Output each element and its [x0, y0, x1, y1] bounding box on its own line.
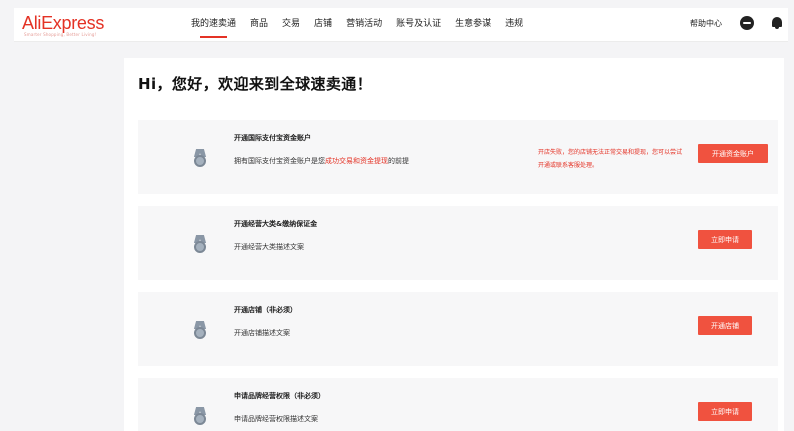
nav-account[interactable]: 账号及认证 [389, 8, 448, 42]
task-card-brand-permission: 申请品牌经营权限（非必须） 申请品牌经营权限描述文案 立即申请 [138, 378, 778, 431]
help-center-link[interactable]: 帮助中心 [690, 8, 722, 40]
task-title: 开通经营大类&缴纳保证金 [234, 220, 318, 228]
main-nav: 我的速卖通 商品 交易 店铺 营销活动 账号及认证 生意参谋 违规 [184, 8, 530, 42]
task-description-highlight: 成功交易和资金提现 [325, 157, 388, 165]
task-description: 拥有国际支付宝资金账户是您成功交易和资金提现的前提 [234, 156, 409, 166]
task-card-payment-account: 开通国际支付宝资金账户 拥有国际支付宝资金账户是您成功交易和资金提现的前提 开店… [138, 120, 778, 194]
task-description-text-end: 的前提 [388, 157, 409, 165]
task-title: 开通店铺（非必须） [234, 306, 297, 314]
task-card-business-category: 开通经营大类&缴纳保证金 开通经营大类描述文案 立即申请 [138, 206, 778, 280]
nav-marketing[interactable]: 营销活动 [339, 8, 389, 42]
apply-category-button[interactable]: 立即申请 [698, 230, 752, 249]
apply-brand-button[interactable]: 立即申请 [698, 402, 752, 421]
task-description: 开通店铺描述文案 [234, 329, 290, 337]
aliexpress-logo[interactable]: AliExpress [22, 13, 104, 34]
task-warning-text: 开店失败，您的店铺无法正常交易和提现，您可以尝试开通或联系客服处理。 [538, 149, 683, 169]
open-payment-account-button[interactable]: 开通资金账户 [698, 144, 768, 163]
main-panel: Hi，您好，欢迎来到全球速卖通！ 开通国际支付宝资金账户 拥有国际支付宝资金账户… [124, 58, 784, 431]
medal-icon [192, 407, 208, 425]
medal-icon [192, 149, 208, 167]
medal-icon [192, 321, 208, 339]
task-description-text: 拥有国际支付宝资金账户是您 [234, 157, 325, 165]
nav-violations[interactable]: 违规 [498, 8, 530, 42]
nav-store[interactable]: 店铺 [307, 8, 339, 42]
bell-icon[interactable] [770, 16, 784, 30]
medal-icon [192, 235, 208, 253]
nav-my-aliexpress[interactable]: 我的速卖通 [184, 8, 243, 42]
chat-icon[interactable] [740, 16, 754, 30]
nav-transactions[interactable]: 交易 [275, 8, 307, 42]
nav-business-advisor[interactable]: 生意参谋 [448, 8, 498, 42]
task-title: 申请品牌经营权限（非必须） [234, 392, 325, 400]
task-description: 开通经营大类描述文案 [234, 243, 304, 251]
task-title: 开通国际支付宝资金账户 [234, 134, 311, 142]
task-card-open-store: 开通店铺（非必须） 开通店铺描述文案 开通店铺 [138, 292, 778, 366]
nav-products[interactable]: 商品 [243, 8, 275, 42]
top-navigation-bar: AliExpress Smarter Shopping, Better Livi… [14, 8, 788, 42]
welcome-heading: Hi，您好，欢迎来到全球速卖通！ [138, 75, 373, 93]
open-store-button[interactable]: 开通店铺 [698, 316, 752, 335]
task-description: 申请品牌经营权限描述文案 [234, 415, 318, 423]
logo-tagline: Smarter Shopping, Better Living! [24, 32, 97, 37]
